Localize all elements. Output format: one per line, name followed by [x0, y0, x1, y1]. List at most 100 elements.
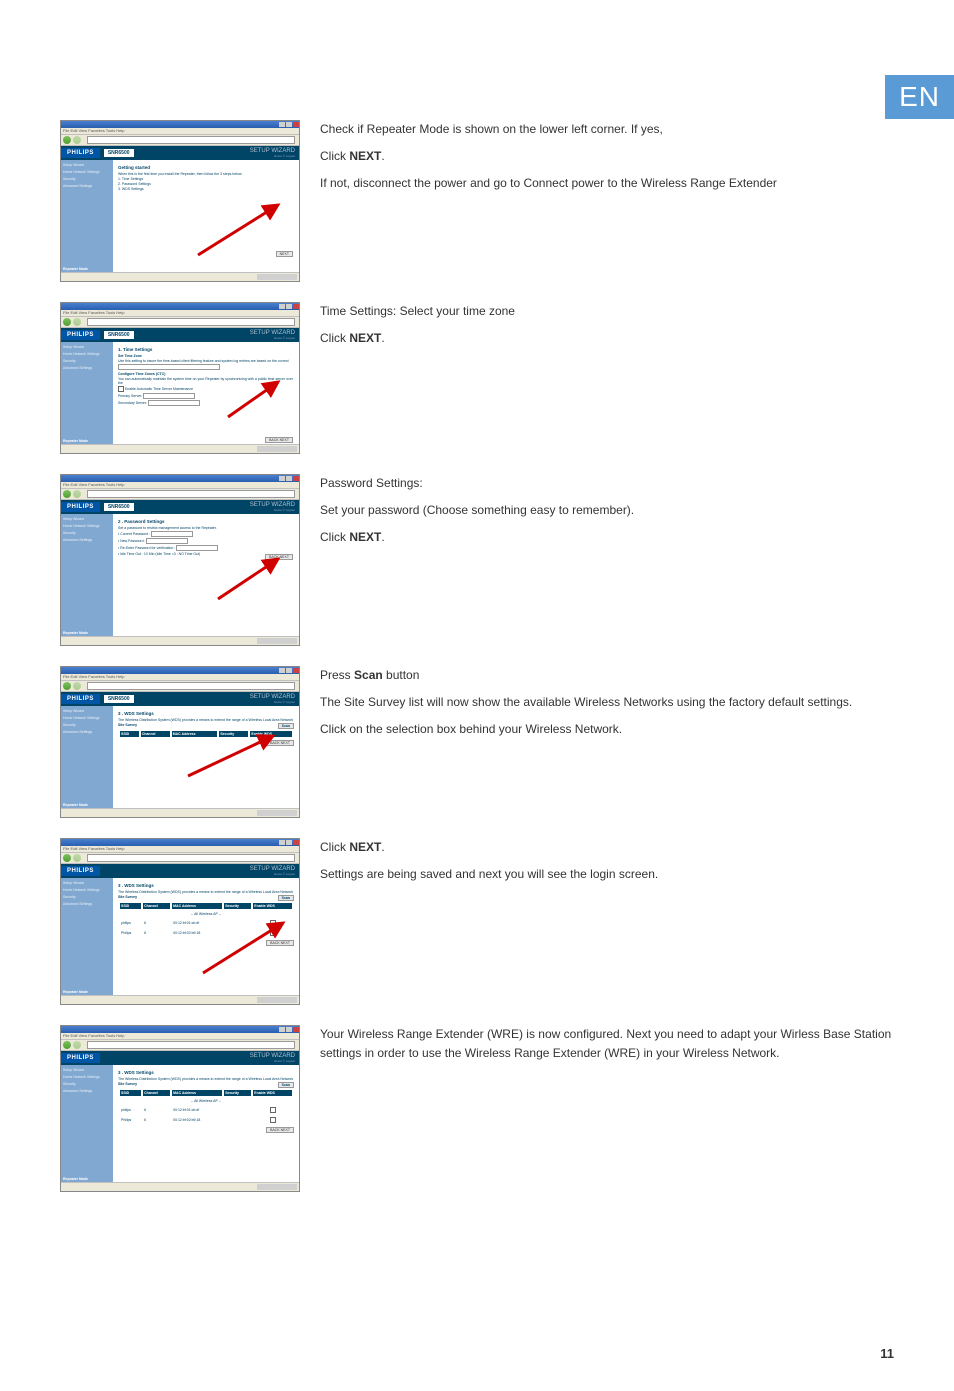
browser-window: File Edit View Favorites Tools Help PHIL…	[60, 666, 300, 818]
app-header: PHILIPS SNR6500 SETUP WIZARDHome © Logou…	[61, 146, 299, 160]
step-row-1: File Edit View Favorites Tools Help PHIL…	[60, 120, 894, 282]
menubar: File Edit View Favorites Tools Help	[61, 128, 299, 135]
main-panel: 1. Time Settings Set Time Zone Use this …	[113, 342, 299, 445]
survey-label: Site Survey Scan	[118, 1082, 294, 1086]
back-icon	[63, 136, 71, 144]
field-label: • Re-Enter Password for verification :	[118, 545, 294, 551]
survey-table: SSIDChannelMAC AddressSecurityEnable WDS…	[118, 1088, 294, 1126]
panel-heading: Getting started	[118, 165, 294, 170]
nav-home-network: Home Network Settings	[63, 169, 111, 175]
titlebar	[61, 303, 299, 310]
screenshot-5: File Edit View Favorites Tools Help PHIL…	[60, 838, 300, 1005]
page-number: 11	[880, 1346, 894, 1361]
step-row-3: File Edit View Favorites Tools Help PHIL…	[60, 474, 894, 646]
scan-button: Scan	[278, 1082, 294, 1088]
screenshot-3: File Edit View Favorites Tools Help PHIL…	[60, 474, 300, 646]
arrow-icon	[213, 554, 283, 604]
content-area: File Edit View Favorites Tools Help PHIL…	[60, 120, 894, 1192]
sidebar: Setup Wizard Home Network Settings Secur…	[61, 160, 113, 273]
instruction-text: Click on the selection box behind your W…	[320, 720, 894, 739]
panel-text: The Wireless Distribution System (WDS) p…	[118, 1077, 294, 1081]
titlebar	[61, 121, 299, 128]
panel-text: The Wireless Distribution System (WDS) p…	[118, 718, 294, 722]
panel-heading: 1. Time Settings	[118, 347, 294, 352]
toolbar	[61, 317, 299, 328]
forward-icon	[73, 136, 81, 144]
browser-window: File Edit View Favorites Tools Help PHIL…	[60, 302, 300, 454]
browser-window: File Edit View Favorites Tools Help PHIL…	[60, 838, 300, 1005]
arrow-icon	[198, 918, 288, 978]
main-panel: 3 . WDS Settings The Wireless Distributi…	[113, 706, 299, 809]
instruction-text: Check if Repeater Mode is shown on the l…	[320, 120, 894, 139]
browser-window: File Edit View Favorites Tools Help PHIL…	[60, 1025, 300, 1192]
status-net-icon	[257, 274, 297, 280]
table-row: Philips600:12:bf:02:b9:18	[120, 1116, 292, 1124]
instruction-text: Click NEXT.	[320, 528, 894, 547]
step-row-2: File Edit View Favorites Tools Help PHIL…	[60, 302, 894, 454]
instruction-2: Time Settings: Select your time zone Cli…	[320, 302, 894, 356]
instruction-1: Check if Repeater Mode is shown on the l…	[320, 120, 894, 202]
instruction-text: Password Settings:	[320, 474, 894, 493]
scan-button: Scan	[278, 895, 294, 901]
instruction-5: Click NEXT. Settings are being saved and…	[320, 838, 894, 892]
sidebar: Setup Wizard Home Network Settings Secur…	[61, 342, 113, 445]
panel-text: The Wireless Distribution System (WDS) p…	[118, 890, 294, 894]
wizard-title: SETUP WIZARDHome © Logout	[250, 148, 299, 158]
browser-window: File Edit View Favorites Tools Help PHIL…	[60, 474, 300, 646]
instruction-4: Press Scan button The Site Survey list w…	[320, 666, 894, 748]
scan-button: Scan	[278, 723, 294, 729]
screenshot-2: File Edit View Favorites Tools Help PHIL…	[60, 302, 300, 454]
step-row-5: File Edit View Favorites Tools Help PHIL…	[60, 838, 894, 1005]
model-label: SNR6500	[104, 149, 134, 157]
maximize-icon	[286, 122, 292, 127]
panel-heading: 3 . WDS Settings	[118, 711, 294, 716]
main-panel: 3 . WDS Settings The Wireless Distributi…	[113, 878, 299, 996]
window-body: Setup Wizard Home Network Settings Secur…	[61, 342, 299, 445]
survey-label: Site Survey Scan	[118, 723, 294, 727]
screenshot-4: File Edit View Favorites Tools Help PHIL…	[60, 666, 300, 818]
main-panel: 3 . WDS Settings The Wireless Distributi…	[113, 1065, 299, 1183]
arrow-icon	[183, 731, 278, 781]
instruction-3: Password Settings: Set your password (Ch…	[320, 474, 894, 556]
philips-logo: PHILIPS	[61, 148, 100, 158]
instruction-text: Your Wireless Range Extender (WRE) is no…	[320, 1025, 894, 1063]
model-label: SNR6500	[104, 331, 134, 339]
panel-heading: 3 . WDS Settings	[118, 1070, 294, 1075]
nav-advanced: Advanced Settings	[63, 183, 111, 189]
toolbar	[61, 135, 299, 146]
philips-logo: PHILIPS	[61, 330, 100, 340]
table-row: philips600:12:bf:01:cb:df	[120, 1106, 292, 1114]
arrow-icon	[193, 200, 283, 260]
instruction-text: Time Settings: Select your time zone	[320, 302, 894, 321]
repeater-mode-label: Repeater Mode	[63, 267, 111, 271]
language-tag: EN	[885, 75, 954, 119]
instruction-text: The Site Survey list will now show the a…	[320, 693, 894, 712]
instruction-6: Your Wireless Range Extender (WRE) is no…	[320, 1025, 894, 1071]
panel-step-3: 3. WDS Settings	[118, 187, 294, 191]
instruction-text: Click NEXT.	[320, 147, 894, 166]
panel-step-1: 1. Time Settings	[118, 177, 294, 181]
screenshot-1: File Edit View Favorites Tools Help PHIL…	[60, 120, 300, 282]
panel-text: When this is the first time you install …	[118, 172, 294, 176]
status-bar	[61, 272, 299, 281]
menubar: File Edit View Favorites Tools Help	[61, 310, 299, 317]
back-next-buttons: BACK NEXT	[266, 1127, 294, 1133]
panel-text: Use this setting to insure the time-base…	[118, 359, 294, 363]
nav-setup-wizard: Setup Wizard	[63, 162, 111, 168]
window-body: Setup Wizard Home Network Settings Secur…	[61, 160, 299, 273]
panel-text: Configure Time Zones (CTC)	[118, 372, 294, 376]
app-header: PHILIPS SNR6500 SETUP WIZARDHome © Logou…	[61, 328, 299, 342]
minimize-icon	[279, 122, 285, 127]
main-panel: 2 . Password Settings Set a password to …	[113, 514, 299, 637]
instruction-text: Click NEXT.	[320, 838, 894, 857]
panel-heading: 3 . WDS Settings	[118, 883, 294, 888]
browser-window: File Edit View Favorites Tools Help PHIL…	[60, 120, 300, 282]
survey-label: Site Survey Scan	[118, 895, 294, 899]
instruction-text: Settings are being saved and next you wi…	[320, 865, 894, 884]
field-label: • Current Password :	[118, 531, 294, 537]
instruction-text: Press Scan button	[320, 666, 894, 685]
back-next-buttons: BACK NEXT	[265, 437, 293, 443]
instruction-text: Set your password (Choose something easy…	[320, 501, 894, 520]
instruction-text: Click NEXT.	[320, 329, 894, 348]
panel-subheading: Set Time Zone	[118, 354, 294, 358]
